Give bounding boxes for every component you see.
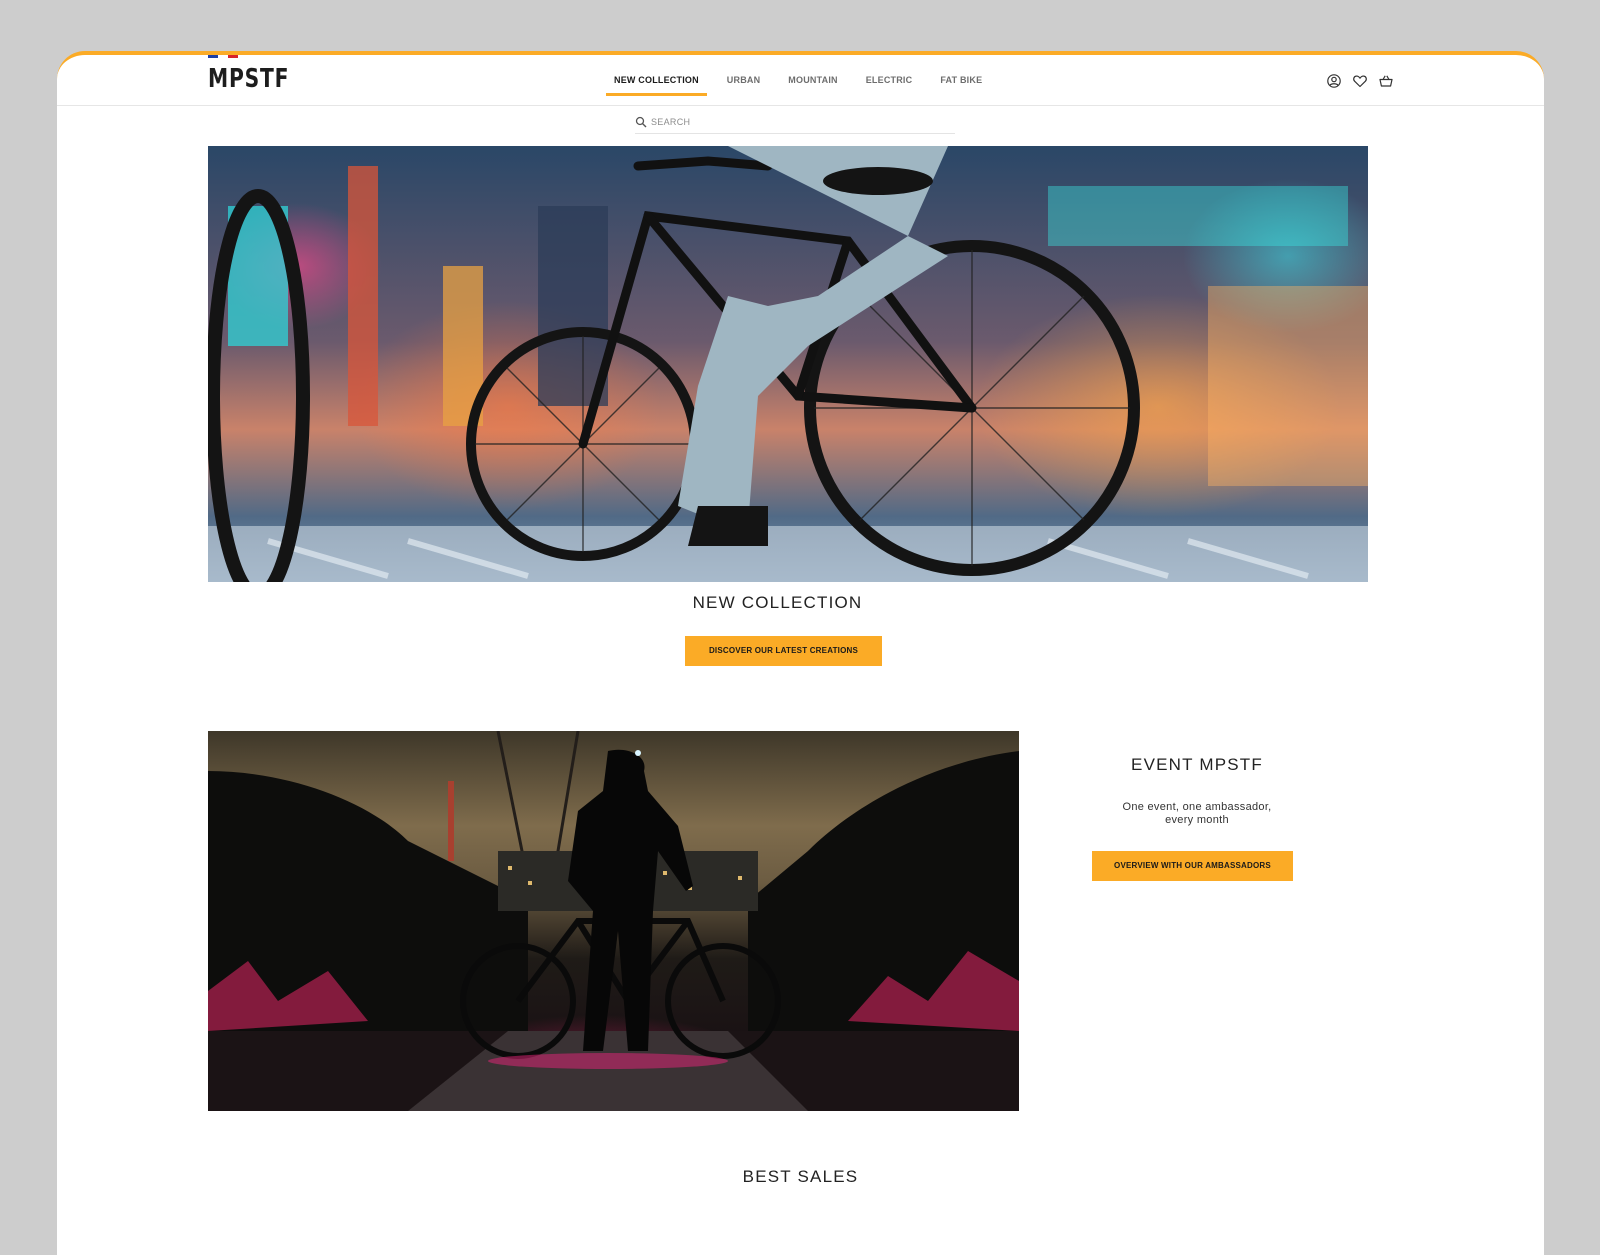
heart-icon[interactable] — [1352, 73, 1368, 89]
search-bar — [635, 111, 955, 134]
overview-ambassadors-button[interactable]: OVERVIEW WITH OUR AMBASSADORS — [1092, 851, 1293, 881]
account-icon[interactable] — [1326, 73, 1342, 89]
event-description-line-2: every month — [1165, 814, 1229, 826]
header-icons — [1326, 73, 1394, 89]
nav-item-mountain[interactable]: MOUNTAIN — [774, 55, 851, 105]
browser-frame: MPSTF NEW COLLECTION URBAN MOUNTAIN ELEC… — [57, 51, 1544, 1255]
nav-item-urban[interactable]: URBAN — [713, 55, 775, 105]
site-header: MPSTF NEW COLLECTION URBAN MOUNTAIN ELEC… — [57, 55, 1544, 106]
nav-item-fat-bike[interactable]: FAT BIKE — [926, 55, 996, 105]
basket-icon[interactable] — [1378, 73, 1394, 89]
event-description: One event, one ambassador, every month — [1097, 801, 1297, 827]
search-icon — [635, 116, 647, 128]
main-nav: NEW COLLECTION URBAN MOUNTAIN ELECTRIC F… — [600, 55, 996, 105]
event-description-line-1: One event, one ambassador, — [1122, 801, 1272, 813]
best-sales-title: BEST SALES — [742, 1167, 859, 1186]
event-title: EVENT MPSTF — [1131, 755, 1263, 774]
search-input[interactable] — [651, 117, 941, 127]
hero-image[interactable] — [208, 146, 1368, 582]
brand-logo[interactable]: MPSTF — [208, 64, 289, 94]
cyclist-night-illustration — [208, 731, 1019, 1111]
hero-title: NEW COLLECTION — [692, 593, 863, 612]
nav-item-new-collection[interactable]: NEW COLLECTION — [600, 55, 713, 105]
event-image[interactable] — [208, 731, 1019, 1111]
nav-item-electric[interactable]: ELECTRIC — [852, 55, 927, 105]
cyclist-city-illustration — [208, 146, 1368, 582]
discover-latest-creations-button[interactable]: DISCOVER OUR LATEST CREATIONS — [685, 636, 882, 666]
